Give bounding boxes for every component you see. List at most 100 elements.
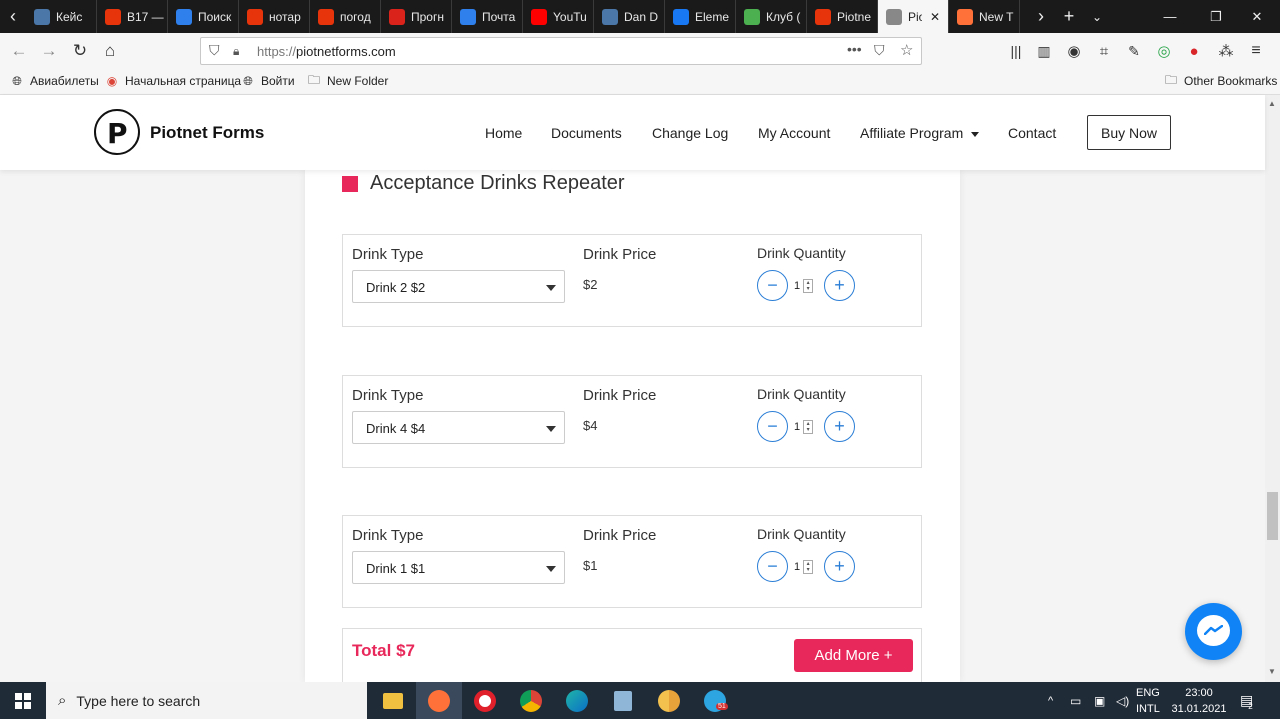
list-tabs-icon[interactable]: ⌄: [1083, 0, 1111, 33]
taskbar-clock[interactable]: 23:00 31.01.2021: [1166, 685, 1232, 717]
bookmark-item[interactable]: 🌐︎ Авиабилеты: [10, 74, 99, 89]
taskbar-telegram[interactable]: 51: [692, 682, 738, 719]
bookmark-item[interactable]: 🗀 New Folder: [307, 73, 388, 89]
extension-green-icon[interactable]: ◎: [1150, 33, 1178, 69]
folder-icon: [383, 692, 403, 709]
browser-tab[interactable]: Клуб (: [736, 0, 807, 33]
browser-tab[interactable]: Прогн: [381, 0, 452, 33]
total-amount: Total $7: [352, 641, 415, 660]
quantity-minus-button[interactable]: −: [757, 411, 788, 442]
shield-icon[interactable]: ⛉: [209, 42, 220, 59]
spinner-icon[interactable]: ▴ ▾: [803, 560, 814, 574]
taskbar-edge[interactable]: [554, 682, 600, 719]
bookmark-item[interactable]: ◉ Начальная страница: [105, 74, 241, 88]
nav-documents[interactable]: Documents: [551, 125, 622, 141]
scroll-up-icon[interactable]: ▲: [1268, 99, 1276, 108]
input-language[interactable]: ENG INTL: [1136, 685, 1160, 717]
browser-tab[interactable]: New T: [949, 0, 1020, 33]
quantity-input[interactable]: 1 ▴ ▾: [794, 559, 815, 575]
nav-home[interactable]: Home: [485, 125, 522, 141]
close-tab-icon[interactable]: ✕: [930, 10, 940, 24]
extensions-icon[interactable]: ⁂: [1212, 33, 1240, 69]
quantity-minus-button[interactable]: −: [757, 551, 788, 582]
tray-battery-icon[interactable]: ▭: [1070, 682, 1081, 719]
bookmark-star-icon[interactable]: ☆: [900, 41, 913, 59]
taskbar-chrome[interactable]: [508, 682, 554, 719]
nav-my-account[interactable]: My Account: [758, 125, 830, 141]
browser-tab[interactable]: Piotne: [807, 0, 878, 33]
quantity-plus-button[interactable]: +: [824, 551, 855, 582]
firefox-icon: [428, 689, 450, 712]
windows-start-icon[interactable]: [0, 682, 46, 719]
add-more-button[interactable]: Add More +: [794, 639, 913, 672]
browser-tab[interactable]: YouTu: [523, 0, 594, 33]
other-bookmarks[interactable]: 🗀 Other Bookmarks: [1164, 73, 1277, 89]
browser-tab[interactable]: Dan D: [594, 0, 665, 33]
browser-tab[interactable]: Почта: [452, 0, 523, 33]
extension-red-icon[interactable]: ●: [1180, 33, 1208, 69]
brand-name[interactable]: Piotnet Forms: [150, 123, 264, 143]
yandex-icon: [318, 8, 334, 25]
browser-tab[interactable]: погод: [310, 0, 381, 33]
eyedropper-icon[interactable]: ✎: [1120, 33, 1148, 69]
tab-scroll-right-icon[interactable]: ›: [1027, 0, 1055, 33]
minimize-icon[interactable]: —: [1147, 0, 1193, 33]
browser-tab[interactable]: нотар: [239, 0, 310, 33]
reload-icon[interactable]: ↻: [66, 33, 94, 69]
drink-type-select[interactable]: Drink 2 $2: [352, 270, 565, 303]
screenshot-icon[interactable]: ⌗: [1090, 33, 1118, 69]
forward-icon[interactable]: →: [35, 33, 63, 69]
taskbar-chrome-dev[interactable]: [646, 682, 692, 719]
taskbar-opera[interactable]: [462, 682, 508, 719]
lock-icon[interactable]: 🔒︎: [233, 44, 239, 59]
tray-volume-icon[interactable]: ◁): [1116, 682, 1129, 719]
taskbar-firefox[interactable]: [416, 682, 462, 719]
nav-affiliate-program[interactable]: Affiliate Program: [860, 125, 980, 141]
page-actions-icon[interactable]: •••: [847, 41, 862, 57]
quantity-plus-button[interactable]: +: [824, 411, 855, 442]
new-tab-icon[interactable]: +: [1055, 0, 1083, 33]
drink-type-select[interactable]: Drink 1 $1: [352, 551, 565, 584]
tab-scroll-left-icon[interactable]: ‹: [0, 0, 26, 33]
bookmark-item[interactable]: 🌐︎ Войти: [241, 73, 294, 89]
page-scrollbar[interactable]: ▲ ▼: [1265, 95, 1280, 682]
globe-icon: 🌐︎: [243, 73, 253, 88]
browser-tab[interactable]: Поиск: [168, 0, 239, 33]
home-icon[interactable]: ⌂: [96, 33, 124, 69]
spinner-icon[interactable]: ▴ ▾: [803, 420, 814, 434]
browser-tab[interactable]: Eleme: [665, 0, 736, 33]
nav-contact[interactable]: Contact: [1008, 125, 1056, 141]
buy-now-button[interactable]: Buy Now: [1087, 115, 1171, 150]
quantity-minus-button[interactable]: −: [757, 270, 788, 301]
scroll-thumb[interactable]: [1267, 492, 1278, 540]
drink-type-select[interactable]: Drink 4 $4: [352, 411, 565, 444]
close-window-icon[interactable]: ✕: [1234, 0, 1280, 33]
quantity-input[interactable]: 1 ▴ ▾: [794, 419, 815, 435]
quantity-input[interactable]: 1 ▴ ▾: [794, 278, 815, 294]
messenger-chat-button[interactable]: [1185, 603, 1242, 660]
browser-tab[interactable]: Кейс: [26, 0, 97, 33]
nav-change-log[interactable]: Change Log: [652, 125, 728, 141]
clock-time: 23:00: [1185, 687, 1213, 699]
notification-center-icon[interactable]: ▤ 2: [1240, 682, 1258, 719]
browser-tab[interactable]: Pio ✕: [878, 0, 949, 33]
quantity-plus-button[interactable]: +: [824, 270, 855, 301]
account-icon[interactable]: ◉: [1060, 33, 1088, 69]
sidebar-icon[interactable]: ▥: [1030, 33, 1058, 69]
tray-show-hidden-icon[interactable]: ^: [1048, 682, 1053, 719]
url-text[interactable]: https://piotnetforms.com: [257, 44, 396, 59]
url-bar[interactable]: ⛉ 🔒︎ https://piotnetforms.com ••• ⛉ ☆: [200, 37, 922, 65]
taskbar-search-input[interactable]: ⌕ Type here to search: [46, 682, 367, 719]
spinner-icon[interactable]: ▴ ▾: [803, 279, 814, 293]
taskbar-file-explorer[interactable]: [370, 682, 416, 719]
tray-network-icon[interactable]: ▣: [1094, 682, 1105, 719]
pocket-icon[interactable]: ⛉: [874, 42, 885, 59]
piotnet-logo-icon[interactable]: P: [94, 109, 140, 155]
scroll-down-icon[interactable]: ▼: [1268, 667, 1276, 676]
back-icon[interactable]: ←: [5, 33, 33, 69]
restore-icon[interactable]: ❐: [1193, 0, 1239, 33]
library-icon[interactable]: |||: [1002, 33, 1030, 69]
browser-tab[interactable]: В17 —: [97, 0, 168, 33]
taskbar-notepad[interactable]: [600, 682, 646, 719]
menu-icon[interactable]: ≡: [1242, 33, 1270, 69]
